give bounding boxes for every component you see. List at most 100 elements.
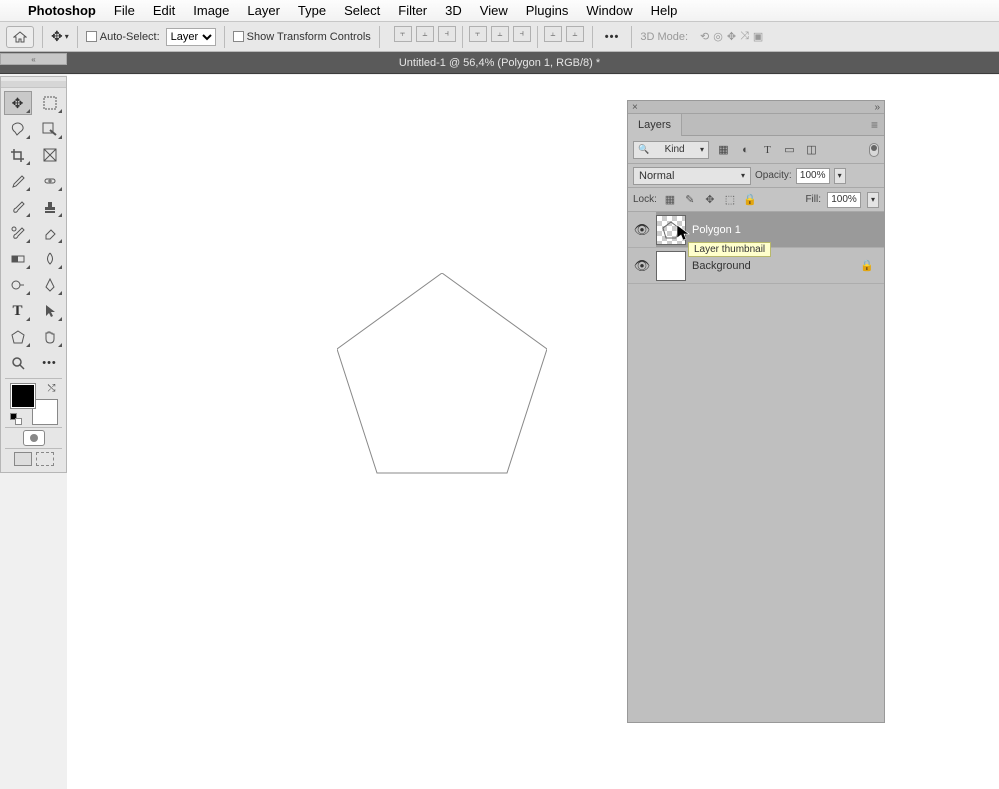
fill-dropdown-icon[interactable]: ▾ — [867, 192, 879, 208]
lock-pixels-icon[interactable]: ✎ — [683, 193, 697, 207]
menu-3d[interactable]: 3D — [445, 3, 462, 18]
swap-colors-icon[interactable]: ⤭ — [48, 383, 56, 394]
filter-adjust-icon[interactable]: ◐ — [738, 142, 753, 157]
filter-type-icon[interactable]: T — [760, 142, 775, 157]
panel-collapse-handle[interactable]: « — [0, 53, 67, 65]
move-tool[interactable]: ✥ — [4, 91, 32, 115]
history-brush-tool[interactable] — [4, 221, 32, 245]
panel-menu-icon[interactable]: ≡ — [871, 118, 878, 132]
edit-toolbar[interactable]: ••• — [36, 351, 64, 375]
panel-tabs: Layers ≡ — [628, 114, 884, 136]
filter-kind-dropdown[interactable]: 🔍 Kind ▾ — [633, 141, 709, 159]
lock-position-icon[interactable]: ✥ — [703, 193, 717, 207]
brush-tool[interactable] — [4, 195, 32, 219]
selection-tool[interactable] — [36, 117, 64, 141]
options-bar: ✥ ▾ Auto-Select: Layer Show Transform Co… — [0, 22, 999, 52]
visibility-icon[interactable]: 👁 — [628, 258, 656, 274]
close-icon[interactable]: × — [632, 102, 638, 113]
lock-transparency-icon[interactable]: ▦ — [663, 193, 677, 207]
blend-mode-dropdown[interactable]: Normal ▾ — [633, 167, 751, 185]
menu-file[interactable]: File — [114, 3, 135, 18]
lock-label: Lock: — [633, 194, 657, 205]
lock-all-icon[interactable]: 🔒 — [743, 193, 757, 207]
divider — [462, 26, 463, 48]
screen-mode[interactable] — [1, 452, 66, 466]
home-button[interactable] — [6, 26, 34, 48]
filter-pixel-icon[interactable]: ▦ — [716, 142, 731, 157]
layer-name[interactable]: Background — [692, 260, 751, 272]
align-bottom-icon[interactable]: ⫞ — [513, 26, 531, 42]
crop-tool[interactable] — [4, 143, 32, 167]
menu-window[interactable]: Window — [586, 3, 632, 18]
auto-select-dropdown[interactable]: Layer — [166, 28, 216, 46]
type-tool[interactable]: T — [4, 299, 32, 323]
stamp-tool[interactable] — [36, 195, 64, 219]
gradient-tool[interactable] — [4, 247, 32, 271]
layer-name[interactable]: Polygon 1 — [692, 224, 741, 236]
menu-filter[interactable]: Filter — [398, 3, 427, 18]
visibility-icon[interactable]: 👁 — [628, 212, 656, 247]
eyedropper-tool[interactable] — [4, 169, 32, 193]
shape-tool[interactable] — [4, 325, 32, 349]
lasso-tool[interactable] — [4, 117, 32, 141]
more-options-icon[interactable]: ••• — [601, 31, 624, 43]
align-center-h-icon[interactable]: ⫠ — [416, 26, 434, 42]
pentagon-shape[interactable] — [337, 273, 547, 483]
default-colors-icon[interactable] — [10, 413, 22, 425]
quick-mask-icon[interactable] — [23, 430, 45, 446]
3d-slide-icon[interactable]: ⤨ — [740, 30, 749, 43]
pen-tool[interactable] — [36, 273, 64, 297]
frame-tool[interactable] — [36, 143, 64, 167]
filter-smart-icon[interactable]: ◫ — [804, 142, 819, 157]
move-tool-icon[interactable]: ✥ — [51, 28, 63, 45]
fill-input[interactable]: 100% — [827, 192, 861, 208]
document-title[interactable]: Untitled-1 @ 56,4% (Polygon 1, RGB/8) * — [399, 57, 600, 69]
menu-edit[interactable]: Edit — [153, 3, 175, 18]
menu-type[interactable]: Type — [298, 3, 326, 18]
tools-header[interactable] — [1, 81, 66, 88]
zoom-tool[interactable] — [4, 351, 32, 375]
layer-thumbnail[interactable] — [656, 251, 686, 281]
align-left-icon[interactable]: ⫟ — [394, 26, 412, 42]
3d-roll-icon[interactable]: ◎ — [713, 30, 723, 43]
tooltip-text: Layer thumbnail — [694, 244, 765, 255]
distribute-v-icon[interactable]: ⫠ — [566, 26, 584, 42]
blur-tool[interactable] — [36, 247, 64, 271]
filter-shape-icon[interactable]: ▭ — [782, 142, 797, 157]
layers-tab[interactable]: Layers — [628, 114, 682, 136]
menu-image[interactable]: Image — [193, 3, 229, 18]
healing-tool[interactable] — [36, 169, 64, 193]
tool-dropdown-icon[interactable]: ▾ — [65, 32, 69, 41]
distribute-h-icon[interactable]: ⫠ — [544, 26, 562, 42]
blend-row: Normal ▾ Opacity: 100% ▾ — [628, 164, 884, 188]
show-transform-checkbox[interactable]: Show Transform Controls — [233, 31, 371, 43]
menu-view[interactable]: View — [480, 3, 508, 18]
3d-camera-icon[interactable]: ▣ — [753, 30, 763, 43]
foreground-color[interactable] — [10, 383, 36, 409]
marquee-tool[interactable] — [36, 91, 64, 115]
opacity-input[interactable]: 100% — [796, 168, 830, 184]
align-top-icon[interactable]: ⫟ — [469, 26, 487, 42]
menu-help[interactable]: Help — [651, 3, 678, 18]
lock-icon[interactable]: 🔒 — [860, 259, 874, 272]
menu-plugins[interactable]: Plugins — [526, 3, 569, 18]
menu-select[interactable]: Select — [344, 3, 380, 18]
layer-thumbnail[interactable] — [656, 215, 686, 245]
opacity-dropdown-icon[interactable]: ▾ — [834, 168, 846, 184]
eraser-tool[interactable] — [36, 221, 64, 245]
lock-artboard-icon[interactable]: ⬚ — [723, 193, 737, 207]
filter-toggle[interactable] — [869, 143, 879, 157]
app-name[interactable]: Photoshop — [28, 3, 96, 18]
3d-pan-icon[interactable]: ✥ — [727, 30, 736, 43]
collapse-icon[interactable]: » — [874, 102, 880, 113]
3d-orbit-icon[interactable]: ⟲ — [700, 30, 709, 43]
dodge-tool[interactable] — [4, 273, 32, 297]
menu-layer[interactable]: Layer — [247, 3, 280, 18]
panel-header[interactable]: × » — [628, 101, 884, 114]
auto-select-checkbox[interactable]: Auto-Select: — [86, 31, 160, 43]
color-swatches: ⤭ — [10, 383, 58, 425]
align-middle-icon[interactable]: ⫠ — [491, 26, 509, 42]
path-select-tool[interactable] — [36, 299, 64, 323]
hand-tool[interactable] — [36, 325, 64, 349]
align-right-icon[interactable]: ⫞ — [438, 26, 456, 42]
